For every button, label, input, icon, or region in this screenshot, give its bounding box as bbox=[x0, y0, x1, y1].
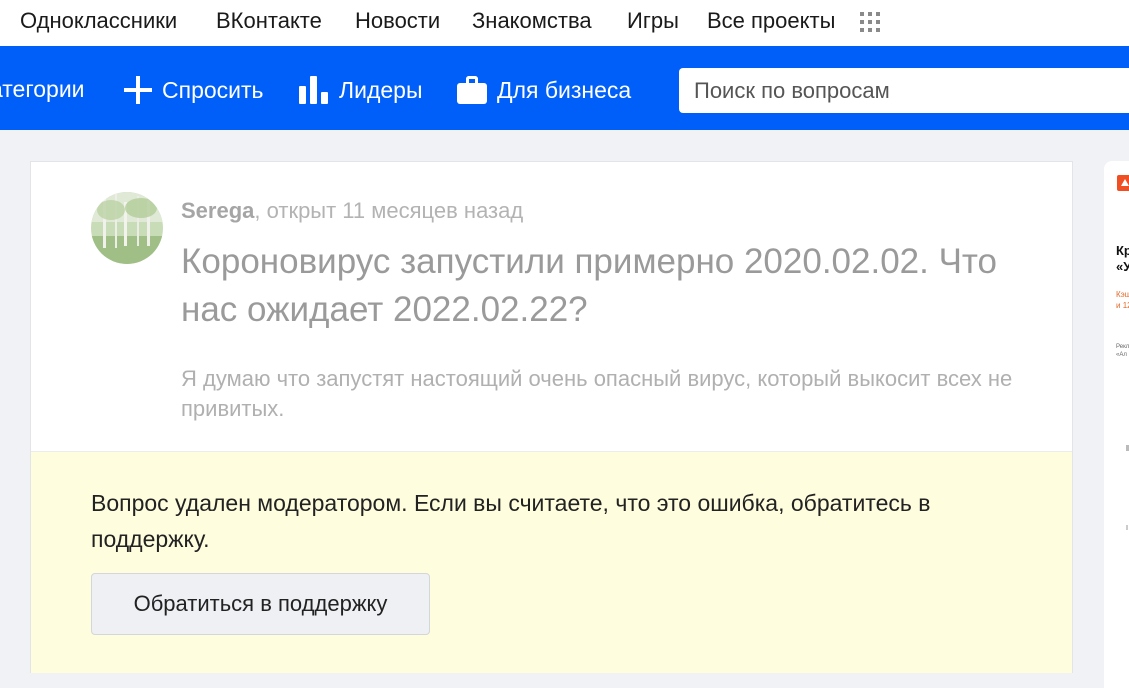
project-link-all-projects[interactable]: Все проекты bbox=[707, 8, 835, 34]
nav-leaders-label: Лидеры bbox=[339, 76, 423, 103]
search-input[interactable] bbox=[679, 68, 1129, 113]
nav-business-label: Для бизнеса bbox=[497, 76, 632, 103]
ad-title: Кр «У bbox=[1116, 243, 1129, 274]
contact-support-button[interactable]: Обратиться в поддержку bbox=[91, 573, 430, 635]
apps-grid-icon[interactable] bbox=[860, 12, 880, 32]
ad-card[interactable]: Кр «У Кэш и 12 Рекл «Ал bbox=[1104, 161, 1129, 688]
project-link-vkontakte[interactable]: ВКонтакте bbox=[216, 8, 322, 34]
moderation-notice: Вопрос удален модератором. Если вы счита… bbox=[31, 451, 1072, 673]
question-text: Я думаю что запустят настоящий очень опа… bbox=[181, 366, 1013, 421]
project-link-odnoklassniki[interactable]: Одноклассники bbox=[20, 8, 177, 34]
author-name[interactable]: Serega bbox=[181, 198, 254, 223]
ad-subtitle: Кэш и 12 bbox=[1116, 290, 1129, 310]
nav-categories-label: атегории bbox=[0, 76, 85, 102]
question-title: Короновирус запустили примерно 2020.02.0… bbox=[181, 242, 998, 329]
question-card: Serega, открыт 11 месяцев назад Коронови… bbox=[30, 161, 1073, 673]
ad-logo-icon bbox=[1117, 175, 1129, 191]
briefcase-icon bbox=[457, 76, 487, 104]
ad-mark bbox=[1126, 525, 1128, 530]
nav-ask-label: Спросить bbox=[162, 76, 264, 103]
question-age: , открыт 11 месяцев назад bbox=[254, 198, 524, 223]
nav-ask-button[interactable]: Спросить bbox=[124, 76, 264, 104]
ad-disclaimer: Рекл «Ал bbox=[1116, 344, 1129, 358]
nav-leaders[interactable]: Лидеры bbox=[299, 76, 422, 104]
nav-business[interactable]: Для бизнеса bbox=[457, 76, 631, 104]
projects-bar: Одноклассники ВКонтакте Новости Знакомст… bbox=[0, 0, 1129, 46]
leaderboard-icon bbox=[299, 76, 329, 104]
main-nav-bar: атегории Спросить Лидеры Для бизнеса bbox=[0, 46, 1129, 130]
notice-text: Вопрос удален модератором. Если вы счита… bbox=[91, 490, 931, 552]
project-link-dating[interactable]: Знакомства bbox=[472, 8, 592, 34]
question-meta: Serega, открыт 11 месяцев назад bbox=[181, 198, 523, 224]
project-link-news[interactable]: Новости bbox=[355, 8, 440, 34]
project-link-games[interactable]: Игры bbox=[627, 8, 679, 34]
nav-categories[interactable]: атегории bbox=[0, 76, 85, 103]
plus-icon bbox=[124, 76, 152, 104]
avatar[interactable] bbox=[91, 192, 163, 264]
